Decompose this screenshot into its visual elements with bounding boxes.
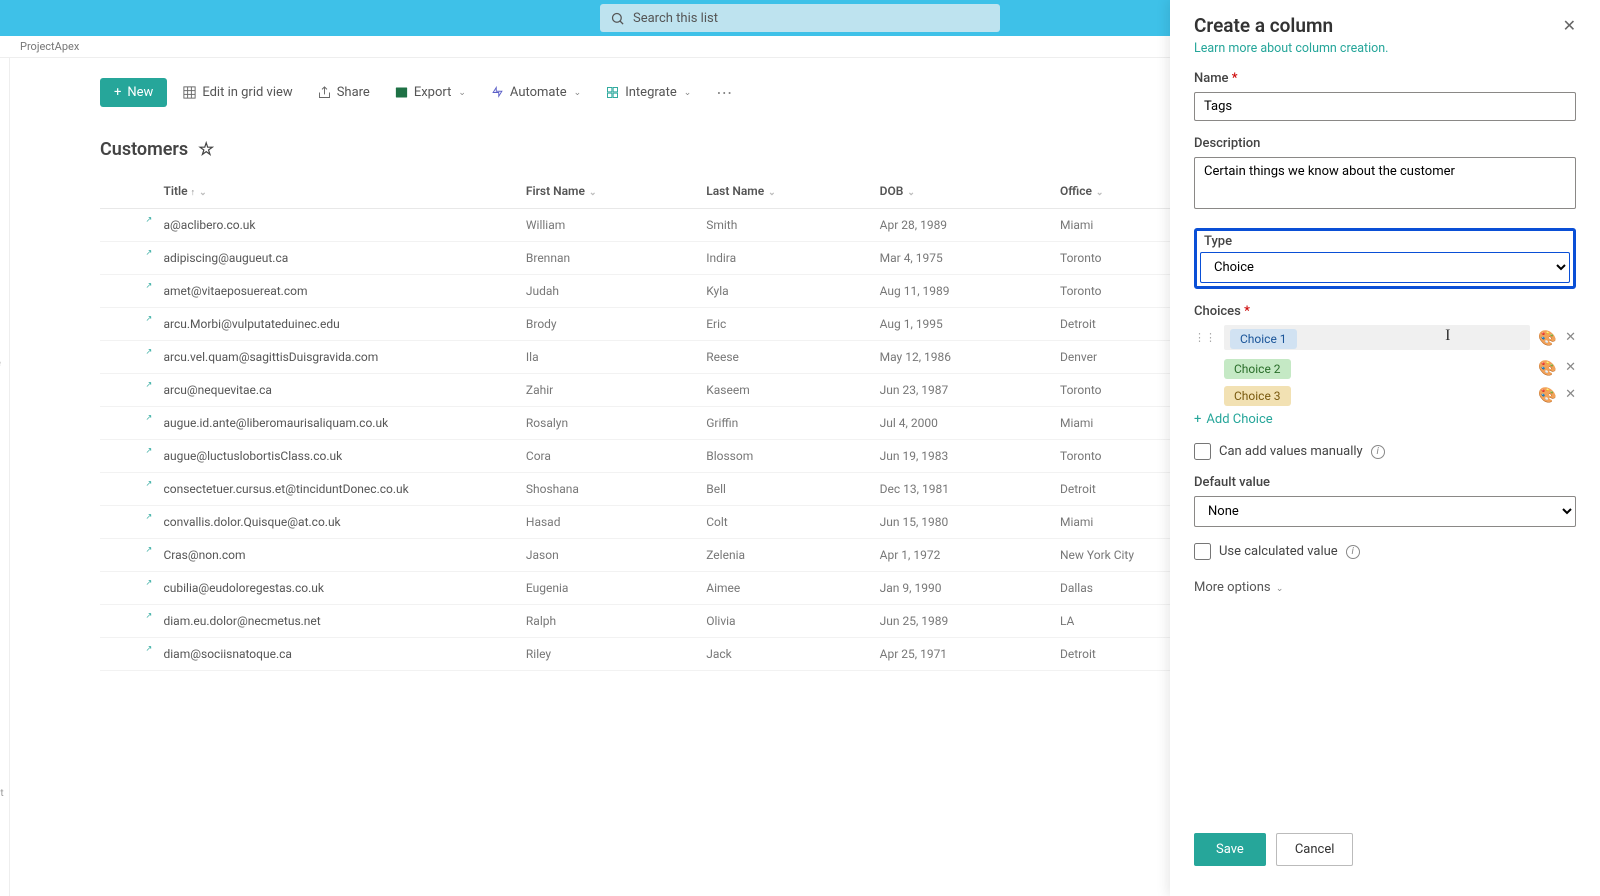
- description-label: Description: [1194, 136, 1576, 151]
- text-cursor: I: [1445, 327, 1450, 345]
- col-first-name[interactable]: First Name⌄: [518, 174, 698, 209]
- palette-icon[interactable]: 🎨: [1538, 329, 1557, 347]
- calculated-value-label: Use calculated value: [1219, 544, 1338, 559]
- search-placeholder: Search this list: [633, 11, 718, 26]
- integrate-icon: [605, 85, 620, 100]
- search-icon: [610, 11, 625, 26]
- cancel-button[interactable]: Cancel: [1276, 833, 1354, 866]
- automate-icon: [490, 85, 505, 100]
- automate-button[interactable]: Automate ⌄: [481, 79, 590, 106]
- chevron-down-icon: ⌄: [1276, 584, 1284, 594]
- excel-icon: [394, 85, 409, 100]
- choices-label: Choices *: [1194, 304, 1576, 319]
- calculated-value-checkbox[interactable]: [1194, 543, 1211, 560]
- palette-icon[interactable]: 🎨: [1538, 386, 1557, 404]
- choice-row-1: ⋮⋮ Choice 1 I 🎨 ✕: [1194, 325, 1576, 350]
- description-input[interactable]: [1194, 157, 1576, 209]
- type-select[interactable]: Choice: [1200, 252, 1570, 283]
- can-add-manually-label: Can add values manually: [1219, 444, 1363, 459]
- choice-row-2: ⋮⋮ Choice 2 🎨 ✕: [1194, 358, 1576, 377]
- learn-more-link[interactable]: Learn more about column creation.: [1194, 41, 1576, 56]
- name-input[interactable]: [1194, 92, 1576, 121]
- remove-choice-icon[interactable]: ✕: [1565, 387, 1576, 402]
- default-value-label: Default value: [1194, 475, 1576, 490]
- new-button[interactable]: + New: [100, 78, 167, 107]
- search-input[interactable]: Search this list: [600, 4, 1000, 32]
- choice-input-2[interactable]: Choice 2: [1224, 358, 1530, 377]
- palette-icon[interactable]: 🎨: [1538, 359, 1557, 377]
- remove-choice-icon[interactable]: ✕: [1565, 360, 1576, 375]
- save-button[interactable]: Save: [1194, 833, 1266, 866]
- edit-grid-button[interactable]: Edit in grid view: [173, 79, 301, 106]
- drag-handle-icon[interactable]: ⋮⋮: [1194, 331, 1216, 344]
- share-button[interactable]: Share: [308, 79, 379, 106]
- export-button[interactable]: Export ⌄: [385, 79, 475, 106]
- left-label-b: it: [0, 788, 4, 799]
- remove-choice-icon[interactable]: ✕: [1565, 330, 1576, 345]
- choice-input-3[interactable]: Choice 3: [1224, 385, 1530, 404]
- more-button[interactable]: ⋯: [706, 79, 742, 106]
- chevron-down-icon: ⌄: [458, 88, 466, 98]
- chevron-down-icon: ⌄: [684, 88, 692, 98]
- list-title: Customers: [100, 139, 188, 160]
- more-options-toggle[interactable]: More options ⌄: [1194, 580, 1576, 595]
- choice-row-3: ⋮⋮ Choice 3 🎨 ✕: [1194, 385, 1576, 404]
- plus-icon: +: [114, 85, 121, 100]
- share-icon: [317, 85, 332, 100]
- chevron-down-icon: ⌄: [574, 88, 582, 98]
- grid-icon: [182, 85, 197, 100]
- col-select[interactable]: [100, 174, 155, 209]
- add-choice-button[interactable]: + Add Choice: [1194, 412, 1576, 427]
- choice-input-1[interactable]: Choice 1 I: [1224, 325, 1530, 350]
- breadcrumb-text[interactable]: ProjectApex: [20, 40, 79, 53]
- close-icon[interactable]: ✕: [1563, 16, 1576, 35]
- info-icon[interactable]: i: [1346, 545, 1360, 559]
- col-title[interactable]: Title ↑⌄: [155, 174, 517, 209]
- can-add-manually-checkbox[interactable]: [1194, 443, 1211, 460]
- left-label-a: mplate: [0, 358, 1, 369]
- favorite-star-icon[interactable]: ☆: [198, 139, 214, 160]
- name-label: Name *: [1194, 71, 1576, 86]
- integrate-button[interactable]: Integrate ⌄: [596, 79, 700, 106]
- default-value-select[interactable]: None: [1194, 496, 1576, 527]
- plus-icon: +: [1194, 412, 1201, 427]
- info-icon[interactable]: i: [1371, 445, 1385, 459]
- col-dob[interactable]: DOB⌄: [872, 174, 1052, 209]
- left-nav-collapsed: mplate it: [0, 58, 10, 896]
- type-label: Type: [1204, 234, 1566, 249]
- panel-title: Create a column: [1194, 14, 1333, 37]
- col-last-name[interactable]: Last Name⌄: [698, 174, 871, 209]
- create-column-panel: Create a column ✕ Learn more about colum…: [1170, 0, 1600, 896]
